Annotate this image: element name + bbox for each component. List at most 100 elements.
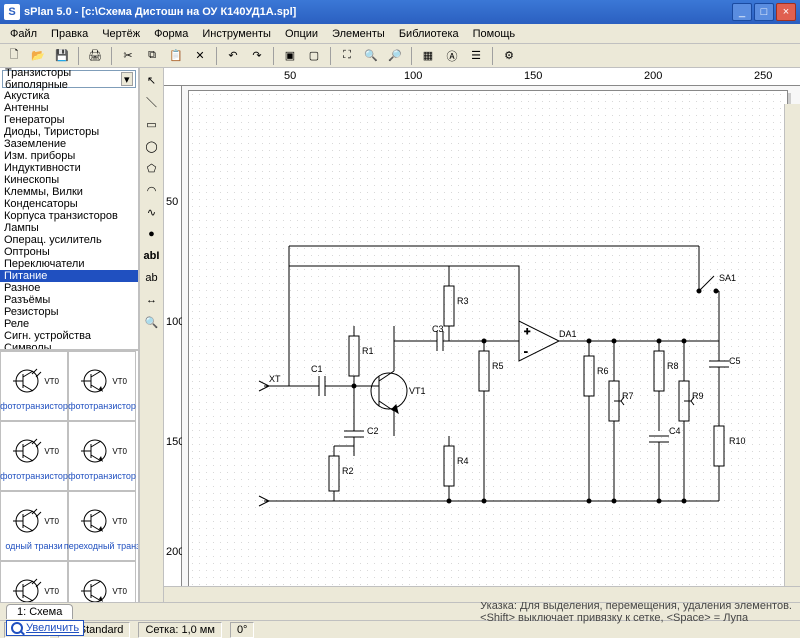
- options-icon[interactable]: ⚙: [499, 46, 519, 66]
- category-item[interactable]: Резисторы: [0, 306, 138, 318]
- library-panel: Транзисторы биполярные ▾ АкустикаАнтенны…: [0, 68, 140, 602]
- menu-help[interactable]: Помощь: [467, 26, 522, 42]
- symbol-label: фототранзистор: [0, 401, 70, 411]
- category-combo[interactable]: Транзисторы биполярные ▾: [2, 70, 136, 88]
- new-icon[interactable]: 🗋: [4, 46, 24, 66]
- symbol-cell[interactable]: VT0одный транзи: [0, 491, 68, 561]
- transistor-icon: VT0: [9, 361, 59, 401]
- label-da1: DA1: [559, 329, 577, 339]
- category-item[interactable]: Конденсаторы: [0, 198, 138, 210]
- menu-edit[interactable]: Правка: [45, 26, 94, 42]
- paste-icon[interactable]: 📋: [166, 46, 186, 66]
- menu-options[interactable]: Опции: [279, 26, 324, 42]
- rect-tool-icon[interactable]: ▭: [142, 114, 162, 134]
- circle-tool-icon[interactable]: ◯: [142, 136, 162, 156]
- category-item[interactable]: Индуктивности: [0, 162, 138, 174]
- label-r4: R4: [457, 456, 469, 466]
- cut-icon[interactable]: ✂: [118, 46, 138, 66]
- category-item[interactable]: Клеммы, Вилки: [0, 186, 138, 198]
- category-item[interactable]: Разное: [0, 282, 138, 294]
- grid-icon[interactable]: ▦: [418, 46, 438, 66]
- symbol-cell[interactable]: VT0NPN-Transistor: [68, 561, 136, 602]
- sheet[interactable]: + -: [188, 90, 788, 602]
- symbol-label: фототранзистор: [0, 471, 70, 481]
- category-item[interactable]: Оптроны: [0, 246, 138, 258]
- print-icon[interactable]: 🖨: [85, 46, 105, 66]
- arc-tool-icon[interactable]: ◠: [142, 180, 162, 200]
- category-item[interactable]: Кинескопы: [0, 174, 138, 186]
- category-list[interactable]: АкустикаАнтенныГенераторыДиоды, Тиристор…: [0, 90, 138, 350]
- category-item[interactable]: Диоды, Тиристоры: [0, 126, 138, 138]
- symbol-label: фототранзистор: [66, 471, 138, 481]
- zoom-fit-icon[interactable]: ⛶: [337, 46, 357, 66]
- close-button[interactable]: ×: [776, 3, 796, 21]
- chevron-down-icon[interactable]: ▾: [121, 72, 134, 86]
- category-item[interactable]: Заземление: [0, 138, 138, 150]
- label-tool-icon[interactable]: ab: [142, 268, 162, 288]
- category-item[interactable]: Питание: [0, 270, 138, 282]
- undo-icon[interactable]: ↶: [223, 46, 243, 66]
- menu-shape[interactable]: Форма: [148, 26, 194, 42]
- menu-drawing[interactable]: Чертёж: [96, 26, 146, 42]
- symbol-cell[interactable]: VT0фототранзистор: [68, 351, 136, 421]
- category-item[interactable]: Изм. приборы: [0, 150, 138, 162]
- maximize-button[interactable]: □: [754, 3, 774, 21]
- line-tool-icon[interactable]: ＼: [142, 92, 162, 112]
- dimension-tool-icon[interactable]: ↔: [142, 290, 162, 310]
- category-item[interactable]: Сигн. устройства: [0, 330, 138, 342]
- label-r6: R6: [597, 366, 609, 376]
- category-item[interactable]: Акустика: [0, 90, 138, 102]
- label-c4: C4: [669, 426, 681, 436]
- category-item[interactable]: Операц. усилитель: [0, 234, 138, 246]
- label-c2: C2: [367, 426, 379, 436]
- enlarge-link[interactable]: Увеличить: [6, 620, 84, 636]
- save-icon[interactable]: 💾: [52, 46, 72, 66]
- magnifier-icon: [11, 622, 23, 634]
- open-icon[interactable]: 📂: [28, 46, 48, 66]
- copy-icon[interactable]: ⧉: [142, 46, 162, 66]
- delete-icon[interactable]: ✕: [190, 46, 210, 66]
- category-item[interactable]: Реле: [0, 318, 138, 330]
- text-tool-icon[interactable]: abI: [142, 246, 162, 266]
- junction-tool-icon[interactable]: ●: [142, 224, 162, 244]
- transistor-icon: VT0: [77, 361, 127, 401]
- menu-file[interactable]: Файл: [4, 26, 43, 42]
- symbol-grid[interactable]: VT0фототранзисторVT0фототранзисторVT0фот…: [0, 350, 138, 602]
- symbol-cell[interactable]: VT0фототранзистор: [68, 421, 136, 491]
- category-item[interactable]: Лампы: [0, 222, 138, 234]
- category-item[interactable]: Переключатели: [0, 258, 138, 270]
- menubar: Файл Правка Чертёж Форма Инструменты Опц…: [0, 24, 800, 44]
- transistor-icon: VT0: [9, 501, 59, 541]
- menu-library[interactable]: Библиотека: [393, 26, 465, 42]
- ungroup-icon[interactable]: ▢: [304, 46, 324, 66]
- scrollbar-vertical[interactable]: [784, 104, 800, 602]
- window-title: sPlan 5.0 - [с:\Схема Дистошн на ОУ К140…: [24, 6, 732, 18]
- symbol-cell[interactable]: VT0NPN-Transistor: [0, 561, 68, 602]
- transistor-icon: VT0: [77, 431, 127, 471]
- bezier-tool-icon[interactable]: ∿: [142, 202, 162, 222]
- poly-tool-icon[interactable]: ⬠: [142, 158, 162, 178]
- scrollbar-horizontal[interactable]: [164, 586, 800, 602]
- group-icon[interactable]: ▣: [280, 46, 300, 66]
- category-item[interactable]: Разъёмы: [0, 294, 138, 306]
- zoom-out-icon[interactable]: 🔎: [385, 46, 405, 66]
- menu-tools[interactable]: Инструменты: [196, 26, 277, 42]
- category-item[interactable]: Генераторы: [0, 114, 138, 126]
- layer-icon[interactable]: ☰: [466, 46, 486, 66]
- category-item[interactable]: Антенны: [0, 102, 138, 114]
- label-vt1: VT1: [409, 386, 426, 396]
- zoom-in-icon[interactable]: 🔍: [361, 46, 381, 66]
- symbol-cell[interactable]: VT0переходный транз: [68, 491, 136, 561]
- drawing-page[interactable]: + -: [182, 86, 800, 602]
- zoom-tool-icon[interactable]: 🔍: [142, 312, 162, 332]
- symbol-cell[interactable]: VT0фототранзистор: [0, 351, 68, 421]
- symbol-cell[interactable]: VT0фототранзистор: [0, 421, 68, 491]
- snap-icon[interactable]: Ⓐ: [442, 46, 462, 66]
- pointer-tool-icon[interactable]: ↖: [142, 70, 162, 90]
- page-tab[interactable]: 1: Схема: [6, 604, 73, 619]
- category-item[interactable]: Символы: [0, 342, 138, 350]
- menu-elements[interactable]: Элементы: [326, 26, 391, 42]
- category-item[interactable]: Корпуса транзисторов: [0, 210, 138, 222]
- redo-icon[interactable]: ↷: [247, 46, 267, 66]
- minimize-button[interactable]: _: [732, 3, 752, 21]
